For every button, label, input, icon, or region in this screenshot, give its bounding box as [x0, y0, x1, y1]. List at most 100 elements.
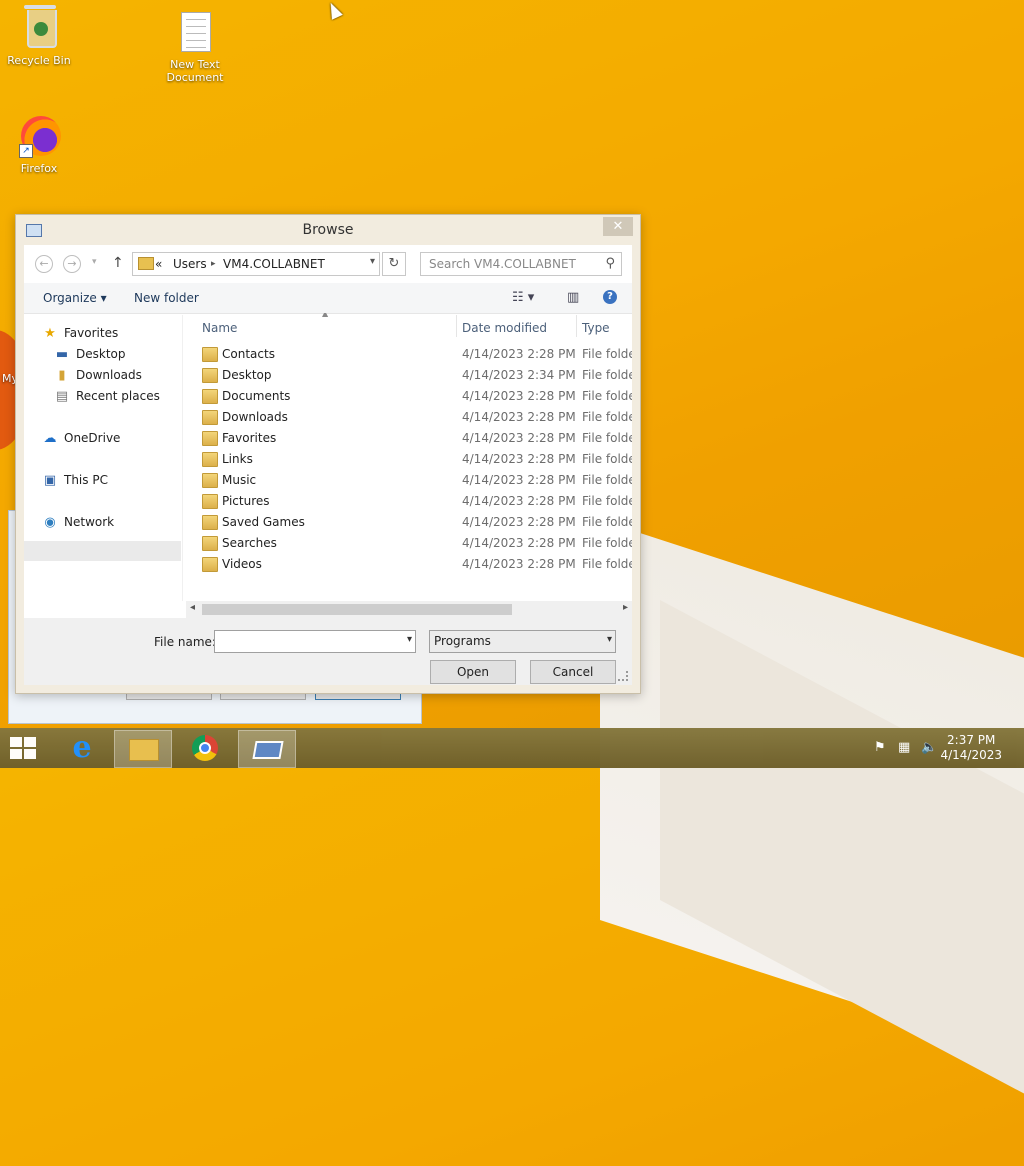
nav-downloads[interactable]: ▮ Downloads — [54, 365, 142, 385]
file-row[interactable]: Music 4/14/2023 2:28 PM File folder — [190, 470, 632, 491]
file-name: Music — [222, 473, 257, 487]
file-name-input[interactable]: ▾ — [214, 630, 416, 653]
chevron-down-icon[interactable]: ▾ — [407, 634, 412, 645]
folder-icon — [202, 389, 218, 404]
network-tray-icon[interactable]: ▦ — [898, 740, 910, 755]
cloud-icon: ☁ — [43, 431, 57, 446]
address-bar[interactable]: « Users ▸ VM4.COLLABNET ▾ — [132, 252, 380, 276]
computer-icon: ▣ — [43, 473, 57, 488]
file-type-select[interactable]: Programs ▾ — [429, 630, 616, 653]
action-center-flag-icon[interactable]: ⚑ — [874, 740, 886, 755]
file-type: File folder — [582, 515, 632, 529]
desktop-icon-firefox[interactable]: ↗ Firefox — [1, 114, 77, 175]
file-row[interactable]: Favorites 4/14/2023 2:28 PM File folder — [190, 428, 632, 449]
file-date-modified: 4/14/2023 2:28 PM — [462, 536, 576, 550]
nav-label: Desktop — [76, 347, 126, 361]
help-icon[interactable]: ? — [603, 290, 617, 304]
breadcrumb-users[interactable]: Users — [173, 257, 207, 271]
nav-label: Favorites — [64, 326, 119, 340]
desktop-icon-recycle-bin[interactable]: Recycle Bin — [1, 5, 77, 67]
file-type: File folder — [582, 557, 632, 571]
organize-button[interactable]: Organize ▾ — [43, 291, 107, 305]
file-name: Videos — [222, 557, 262, 571]
column-header-type[interactable]: Type — [582, 321, 610, 335]
search-input[interactable]: Search VM4.COLLABNET — [429, 257, 576, 271]
address-overflow[interactable]: « — [155, 257, 162, 271]
view-options-icon[interactable]: ☷ ▾ — [512, 290, 534, 305]
folder-icon — [202, 431, 218, 446]
recent-locations-chevron-icon[interactable]: ▾ — [92, 257, 97, 267]
file-name: Searches — [222, 536, 277, 550]
recycle-bin-icon — [19, 5, 59, 52]
start-button[interactable] — [10, 737, 38, 759]
chevron-down-icon[interactable]: ▾ — [607, 634, 612, 645]
up-button[interactable]: ↑ — [112, 255, 124, 271]
nav-network[interactable]: ◉ Network — [42, 512, 114, 532]
nav-label: Downloads — [76, 368, 142, 382]
navigation-pane: ★ Favorites ▬ Desktop ▮ Downloads ▤ Recent p… — [24, 315, 183, 601]
column-header-name[interactable]: Name — [202, 321, 237, 335]
taskbar-chrome[interactable] — [177, 730, 233, 766]
column-header-date-modified[interactable]: Date modified — [462, 321, 547, 335]
folder-icon — [202, 410, 218, 425]
desktop-icon-label: Recycle Bin — [7, 54, 71, 67]
file-row[interactable]: Searches 4/14/2023 2:28 PM File folder — [190, 533, 632, 554]
file-row[interactable]: Links 4/14/2023 2:28 PM File folder — [190, 449, 632, 470]
breadcrumb-vm4-collabnet[interactable]: VM4.COLLABNET — [223, 257, 325, 271]
column-separator[interactable] — [456, 315, 457, 337]
file-row[interactable]: Videos 4/14/2023 2:28 PM File folder — [190, 554, 632, 575]
preview-pane-icon[interactable]: ▥ — [567, 290, 579, 305]
browse-dialog: Browse ✕ ← → ▾ ↑ « Users ▸ VM4.COLLABNET… — [15, 214, 641, 694]
file-row[interactable]: Pictures 4/14/2023 2:28 PM File folder — [190, 491, 632, 512]
desktop-icon-new-text-document[interactable]: New Text Document — [157, 10, 233, 84]
cancel-button[interactable]: Cancel — [530, 660, 616, 684]
chrome-icon — [192, 735, 218, 761]
folder-icon — [202, 473, 218, 488]
file-row[interactable]: Saved Games 4/14/2023 2:28 PM File folder — [190, 512, 632, 533]
file-date-modified: 4/14/2023 2:28 PM — [462, 515, 576, 529]
volume-muted-icon[interactable]: 🔈 — [921, 740, 937, 755]
file-row[interactable]: Documents 4/14/2023 2:28 PM File folder — [190, 386, 632, 407]
open-button[interactable]: Open — [430, 660, 516, 684]
horizontal-scrollbar[interactable]: ◂ ▸ — [186, 601, 632, 618]
folder-icon — [202, 452, 218, 467]
search-box[interactable]: Search VM4.COLLABNET ⚲ — [420, 252, 622, 276]
file-type-value: Programs — [434, 634, 491, 648]
nav-onedrive[interactable]: ☁ OneDrive — [42, 428, 121, 448]
resize-grip[interactable] — [618, 671, 628, 681]
scrollbar-thumb[interactable] — [202, 604, 512, 615]
file-date-modified: 4/14/2023 2:28 PM — [462, 347, 576, 361]
taskbar-app[interactable] — [238, 730, 296, 768]
address-dropdown-icon[interactable]: ▾ — [370, 256, 375, 267]
close-button[interactable]: ✕ — [603, 217, 633, 236]
folder-icon — [138, 257, 154, 270]
folder-icon — [202, 347, 218, 362]
refresh-button[interactable]: ↻ — [382, 252, 406, 276]
column-separator[interactable] — [576, 315, 577, 337]
title-bar[interactable]: Browse ✕ — [16, 215, 640, 245]
file-row[interactable]: Downloads 4/14/2023 2:28 PM File folder — [190, 407, 632, 428]
desktop-icon: ▬ — [55, 347, 69, 362]
system-clock[interactable]: 2:37 PM 4/14/2023 — [940, 733, 1002, 763]
taskbar-file-explorer[interactable] — [114, 730, 172, 768]
network-icon: ◉ — [44, 515, 56, 530]
mouse-cursor — [325, 0, 343, 20]
nav-label: Recent places — [76, 389, 160, 403]
dialog-client: ← → ▾ ↑ « Users ▸ VM4.COLLABNET ▾ ↻ Sear… — [24, 245, 632, 685]
new-folder-button[interactable]: New folder — [134, 291, 199, 305]
scroll-right-arrow-icon[interactable]: ▸ — [623, 602, 628, 613]
scroll-left-arrow-icon[interactable]: ◂ — [190, 602, 195, 613]
back-button[interactable]: ← — [35, 255, 53, 273]
file-row[interactable]: Desktop 4/14/2023 2:34 PM File folder — [190, 365, 632, 386]
folder-icon — [202, 557, 218, 572]
nav-this-pc[interactable]: ▣ This PC — [42, 470, 108, 490]
downloads-icon: ▮ — [58, 368, 66, 383]
file-row[interactable]: Contacts 4/14/2023 2:28 PM File folder — [190, 344, 632, 365]
forward-button[interactable]: → — [63, 255, 81, 273]
nav-recent-places[interactable]: ▤ Recent places — [54, 386, 160, 406]
taskbar-internet-explorer[interactable]: e — [53, 730, 109, 766]
nav-favorites[interactable]: ★ Favorites — [42, 323, 118, 343]
selected-highlight — [24, 541, 181, 561]
nav-desktop[interactable]: ▬ Desktop — [54, 344, 126, 364]
file-date-modified: 4/14/2023 2:28 PM — [462, 557, 576, 571]
